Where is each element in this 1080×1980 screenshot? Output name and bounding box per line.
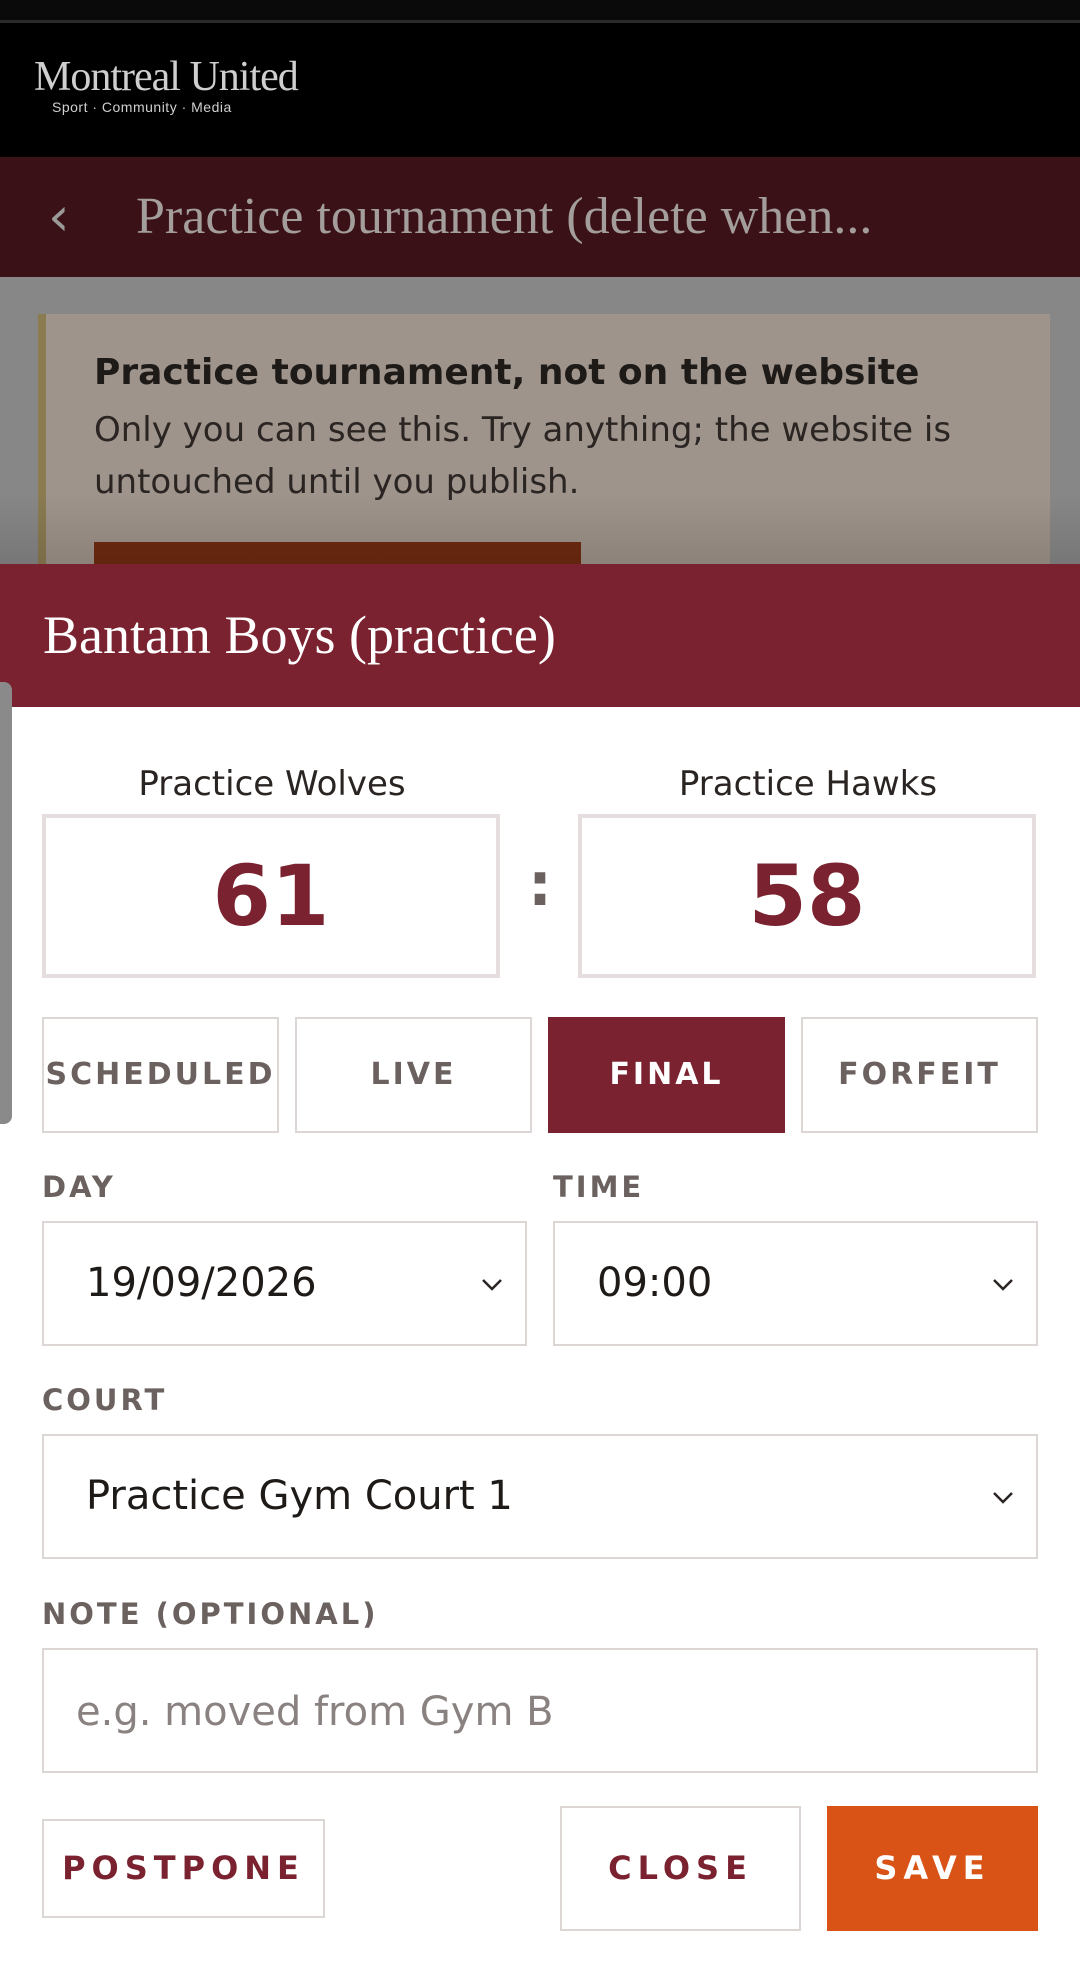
time-label: TIME (553, 1170, 645, 1204)
time-value: 09:00 (597, 1260, 713, 1306)
sheet-title: Bantam Boys (practice) (43, 605, 556, 665)
court-select[interactable]: Practice Gym Court 1 (42, 1434, 1038, 1559)
note-label: NOTE (OPTIONAL) (42, 1597, 379, 1631)
notice-body: Only you can see this. Try anything; the… (94, 410, 952, 502)
chevron-down-icon (482, 1279, 502, 1291)
page-title: Practice tournament (delete when... (136, 188, 873, 245)
status-scheduled-button[interactable]: SCHEDULED (42, 1017, 279, 1133)
page-title-bar: ‹ Practice tournament (delete when... (0, 157, 1080, 277)
brand-logo[interactable]: Montreal United Sport · Community · Medi… (34, 54, 299, 115)
brand-tagline: Sport · Community · Media (52, 99, 232, 115)
note-input[interactable] (74, 1650, 978, 1773)
status-forfeit-button[interactable]: FORFEIT (801, 1017, 1038, 1133)
chevron-left-icon[interactable]: ‹ (48, 187, 88, 247)
time-select[interactable]: 09:00 (553, 1221, 1038, 1346)
notice-title: Practice tournament, not on the website (94, 352, 920, 393)
system-status-bar (0, 0, 1080, 23)
overlay-shadow (0, 494, 1080, 564)
day-value: 19/09/2026 (86, 1260, 317, 1306)
postpone-button[interactable]: POSTPONE (42, 1819, 325, 1918)
brand-header: Montreal United Sport · Community · Medi… (0, 23, 1080, 157)
away-team-name: Practice Hawks (678, 764, 938, 804)
status-final-button[interactable]: FINAL (548, 1017, 785, 1133)
brand-name: Montreal United (34, 54, 299, 100)
save-button[interactable]: SAVE (827, 1806, 1038, 1931)
home-score-input[interactable]: 61 (42, 814, 500, 978)
home-team-name: Practice Wolves (138, 764, 406, 804)
sheet-drag-handle[interactable] (0, 682, 12, 1124)
chevron-down-icon (993, 1279, 1013, 1291)
away-score-input[interactable]: 58 (578, 814, 1036, 978)
close-button[interactable]: CLOSE (560, 1806, 801, 1931)
score-separator: : (528, 850, 552, 920)
court-value: Practice Gym Court 1 (86, 1473, 513, 1519)
sheet-header: Bantam Boys (practice) (0, 564, 1080, 707)
status-live-button[interactable]: LIVE (295, 1017, 532, 1133)
day-label: DAY (42, 1170, 116, 1204)
day-select[interactable]: 19/09/2026 (42, 1221, 527, 1346)
court-label: COURT (42, 1383, 168, 1417)
chevron-down-icon (993, 1492, 1013, 1504)
note-field[interactable] (42, 1648, 1038, 1773)
